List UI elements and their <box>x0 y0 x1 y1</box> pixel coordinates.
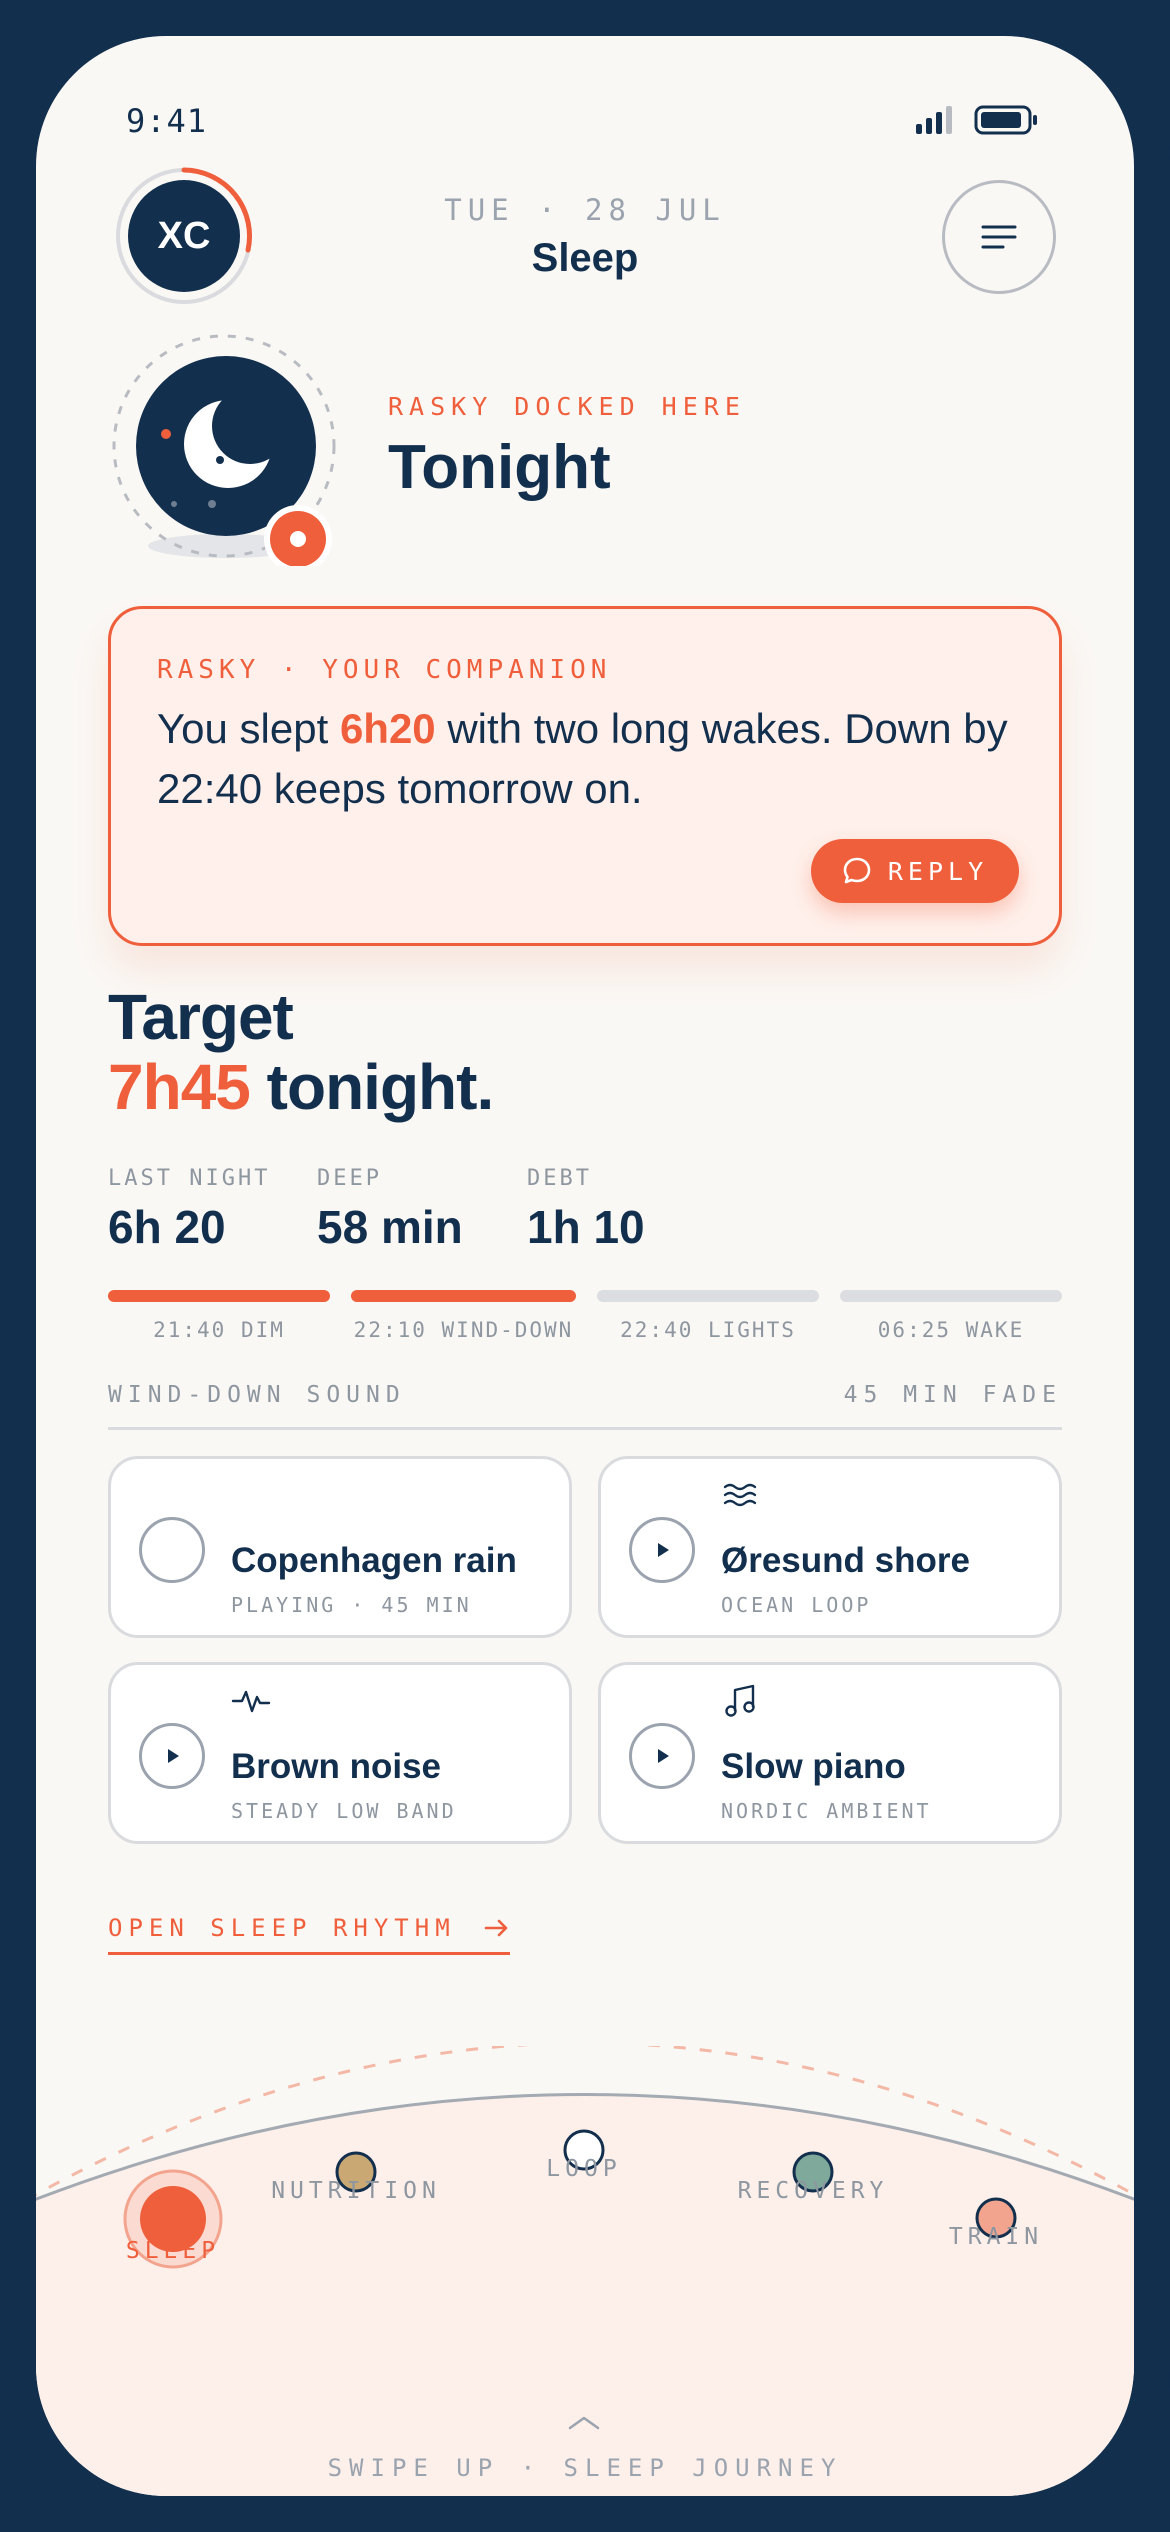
companion-message-card: RASKY · YOUR COMPANION You slept 6h20 wi… <box>108 606 1062 946</box>
companion-moon-icon[interactable] <box>108 326 348 566</box>
target-value-line: 7h45 tonight. <box>108 1050 495 1124</box>
wind-down-label: WIND-DOWN SOUND <box>108 1382 406 1408</box>
screen: 9:41 XC TUE · 28 JUL Sleep RASKY DOCKED … <box>36 36 1134 2496</box>
target-heading: Target <box>108 981 294 1053</box>
pause-icon <box>166 1542 178 1558</box>
status-time: 9:41 <box>126 102 208 140</box>
fade-label: 45 MIN FADE <box>843 1382 1062 1408</box>
stat-label-debt: DEBT <box>527 1166 592 1191</box>
chat-bubble-icon <box>843 857 871 884</box>
music-note-icon <box>725 1684 755 1717</box>
arrow-right-icon <box>484 1919 508 1937</box>
target-suffix: tonight. <box>249 1051 495 1123</box>
pulse-icon <box>231 1690 271 1713</box>
play-button[interactable] <box>629 1517 695 1583</box>
menu-button[interactable] <box>942 180 1056 294</box>
sound-card-copenhagen-rain[interactable]: Copenhagen rain PLAYING · 45 MIN <box>108 1456 572 1638</box>
journey-label-nutrition: NUTRITION <box>271 2178 441 2204</box>
play-button[interactable] <box>139 1723 205 1789</box>
signal-icon <box>916 106 952 134</box>
schedule-bar-wind-down <box>351 1290 576 1302</box>
play-button[interactable] <box>629 1723 695 1789</box>
journey-label-train: TRAIN <box>948 2224 1044 2250</box>
journey-label-sleep: SLEEP <box>125 2238 221 2264</box>
pause-button[interactable] <box>139 1517 205 1583</box>
stat-label-last-night: LAST NIGHT <box>108 1166 271 1191</box>
schedule-label-wind-down: 22:10 WIND-DOWN <box>353 1318 574 1342</box>
schedule-bar-wake <box>840 1290 1062 1302</box>
sound-title: Slow piano <box>721 1747 906 1786</box>
sound-card-brown-noise[interactable]: Brown noise STEADY LOW BAND <box>108 1662 572 1844</box>
sound-title: Øresund shore <box>721 1541 970 1580</box>
play-icon <box>168 1749 179 1763</box>
message-label: RASKY · YOUR COMPANION <box>157 655 612 685</box>
stat-value-last-night: 6h 20 <box>108 1201 226 1253</box>
stat-value-debt: 1h 10 <box>527 1201 645 1253</box>
waves-icon <box>723 1483 757 1507</box>
schedule-label-wake: 06:25 WAKE <box>877 1318 1025 1342</box>
schedule-label-dim: 21:40 DIM <box>153 1318 285 1342</box>
divider <box>108 1427 1062 1430</box>
sound-card-slow-piano[interactable]: Slow piano NORDIC AMBIENT <box>598 1662 1062 1844</box>
sound-subtitle: OCEAN LOOP <box>721 1593 872 1617</box>
battery-icon <box>974 105 1037 135</box>
sound-subtitle: STEADY LOW BAND <box>231 1799 457 1823</box>
open-sleep-rhythm-link[interactable]: OPEN SLEEP RHYTHM <box>108 1914 511 1955</box>
message-text: You slept 6h20 with two long wakes. Down… <box>157 699 1037 819</box>
play-icon <box>658 1749 669 1763</box>
rhythm-link-label: OPEN SLEEP RHYTHM <box>108 1914 456 1942</box>
stat-label-deep: DEEP <box>317 1166 382 1191</box>
device-frame: 9:41 XC TUE · 28 JUL Sleep RASKY DOCKED … <box>0 0 1170 2532</box>
journey-label-recovery: RECOVERY <box>737 2178 889 2204</box>
sound-card-oresund-shore[interactable]: Øresund shore OCEAN LOOP <box>598 1456 1062 1638</box>
reply-button[interactable]: REPLY <box>811 839 1019 903</box>
swipe-hint[interactable]: SWIPE UP · SLEEP JOURNEY <box>36 2454 1134 2482</box>
sound-subtitle: PLAYING · 45 MIN <box>231 1593 472 1617</box>
schedule-bar-lights <box>597 1290 819 1302</box>
journey-label-loop: LOOP <box>546 2156 622 2182</box>
dock-label: RASKY DOCKED HERE <box>388 392 746 421</box>
status-icons <box>916 105 1037 135</box>
stat-value-deep: 58 min <box>317 1201 463 1253</box>
menu-icon <box>981 225 1017 249</box>
schedule-label-lights: 22:40 LIGHTS <box>620 1318 796 1342</box>
sleep-journey <box>36 2046 1134 2496</box>
cloud-rain-icon <box>233 1479 268 1510</box>
message-text-before: You slept <box>157 705 340 752</box>
schedule-bar-dim <box>108 1290 330 1302</box>
sound-title: Brown noise <box>231 1747 442 1786</box>
sound-title: Copenhagen rain <box>231 1541 517 1580</box>
reply-label: REPLY <box>887 856 989 886</box>
target-value: 7h45 <box>108 1051 251 1123</box>
play-icon <box>658 1543 669 1557</box>
sound-subtitle: NORDIC AMBIENT <box>721 1799 932 1823</box>
dock-title: Tonight <box>388 433 611 502</box>
message-highlight: 6h20 <box>339 705 436 752</box>
